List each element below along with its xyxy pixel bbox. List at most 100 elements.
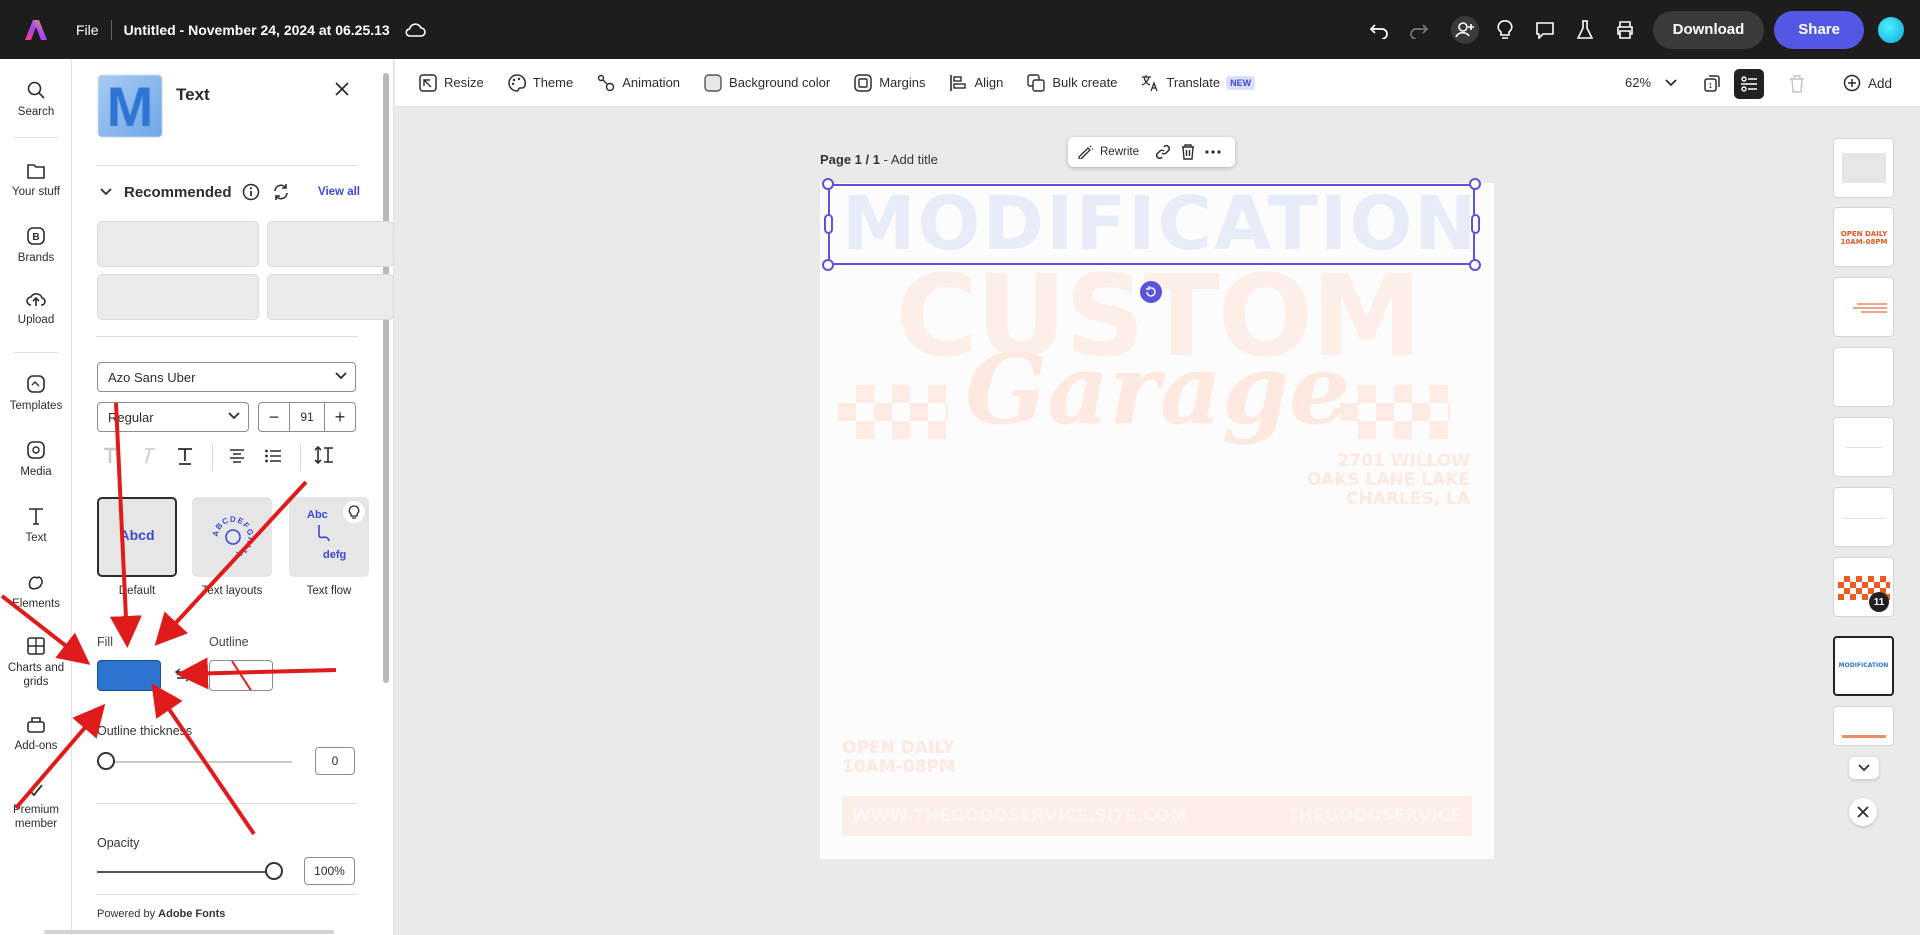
info-icon[interactable]	[242, 183, 260, 201]
opacity-track[interactable]	[97, 871, 267, 873]
more-icon[interactable]	[1205, 150, 1221, 154]
resize-handle-left[interactable]	[824, 214, 833, 234]
translate-button[interactable]: Translate NEW	[1141, 74, 1256, 92]
thumbnail-layer[interactable]	[1833, 277, 1894, 337]
lightbulb-icon[interactable]	[1485, 10, 1525, 50]
pages-icon[interactable]: 1	[1697, 69, 1727, 99]
hours-text[interactable]: OPEN DAILY 10AM-08PM	[842, 739, 956, 777]
thumbnail-layer[interactable]	[1833, 417, 1894, 477]
selection-box[interactable]	[828, 184, 1475, 265]
italic-icon[interactable]	[140, 447, 156, 465]
scroll-down-button[interactable]	[1849, 757, 1879, 779]
rail-elements[interactable]: Elements	[0, 573, 72, 611]
recommended-placeholder[interactable]	[97, 274, 259, 320]
swap-icon[interactable]	[175, 668, 191, 682]
recommended-placeholder[interactable]	[267, 221, 394, 267]
rail-search[interactable]: Search	[0, 81, 72, 119]
rail-your-stuff[interactable]: Your stuff	[0, 163, 72, 199]
rail-media[interactable]: Media	[0, 441, 72, 479]
layers-panel-icon[interactable]	[1734, 69, 1764, 99]
link-icon[interactable]	[1155, 144, 1171, 160]
outline-thickness-knob[interactable]	[97, 752, 115, 770]
resize-handle-tr[interactable]	[1469, 178, 1481, 190]
checker-pattern-left[interactable]	[838, 385, 948, 439]
resize-handle-right[interactable]	[1471, 214, 1480, 234]
resize-handle-bl[interactable]	[822, 259, 834, 271]
resize-handle-br[interactable]	[1469, 259, 1481, 271]
download-button[interactable]: Download	[1652, 10, 1765, 49]
outline-thickness-track[interactable]	[97, 761, 292, 763]
checker-pattern-right[interactable]	[1340, 385, 1450, 439]
close-icon[interactable]	[334, 81, 350, 97]
horizontal-scrollbar[interactable]	[44, 930, 334, 934]
rail-addons[interactable]: Add-ons	[0, 717, 72, 753]
rewrite-button[interactable]: Rewrite	[1078, 145, 1139, 159]
powered-brand[interactable]: Adobe Fonts	[158, 908, 225, 920]
trash-icon[interactable]	[1782, 69, 1812, 99]
text-style-icon[interactable]	[176, 447, 194, 465]
rail-text[interactable]: Text	[0, 507, 72, 545]
thumbnail-layer[interactable]	[1833, 487, 1894, 547]
rotate-icon[interactable]	[1140, 281, 1162, 303]
print-icon[interactable]	[1605, 10, 1645, 50]
cloud-icon[interactable]	[404, 22, 426, 38]
align-center-icon[interactable]	[228, 448, 246, 464]
thumbnail-layer[interactable]	[1833, 138, 1894, 198]
invite-icon[interactable]	[1445, 10, 1485, 50]
increase-size-button[interactable]: +	[325, 403, 355, 431]
font-style-select[interactable]: Regular	[97, 402, 249, 432]
thumbnail-layer[interactable]: 11	[1833, 557, 1894, 617]
resize-handle-tl[interactable]	[822, 178, 834, 190]
comment-icon[interactable]	[1525, 10, 1565, 50]
close-layers-button[interactable]	[1849, 798, 1877, 826]
recommended-placeholder[interactable]	[267, 274, 394, 320]
panel-scrollbar[interactable]	[383, 73, 389, 683]
adobe-express-logo-icon[interactable]	[0, 18, 72, 42]
thumbnail-layer-selected[interactable]: MODIFICATION	[1833, 636, 1894, 696]
bulk-create-button[interactable]: Bulk create	[1027, 73, 1117, 92]
opacity-input[interactable]: 100%	[304, 857, 355, 885]
garage-text[interactable]: Garage	[965, 335, 1350, 445]
thumbnail-layer[interactable]: OPEN DAILY 10AM-08PM	[1833, 207, 1894, 267]
rail-charts[interactable]: Charts and grids	[0, 637, 72, 689]
outline-color-swatch[interactable]	[209, 660, 273, 691]
font-size-value[interactable]: 91	[289, 403, 325, 431]
line-height-icon[interactable]	[314, 445, 334, 465]
share-button[interactable]: Share	[1774, 10, 1864, 49]
outline-thickness-input[interactable]: 0	[315, 747, 355, 775]
refresh-icon[interactable]	[272, 183, 290, 201]
rail-premium[interactable]: Premium member	[0, 783, 72, 831]
effect-text-flow-card[interactable]: Abc defg	[289, 497, 369, 577]
font-size-stepper[interactable]: − 91 +	[258, 402, 356, 432]
avatar[interactable]	[1876, 14, 1906, 45]
align-button[interactable]: Align	[949, 74, 1003, 92]
footer-band[interactable]: WWW.THEGOODSERVICE.SITE.COM THEGOODSERVI…	[842, 796, 1472, 836]
margins-button[interactable]: Margins	[854, 73, 925, 92]
rail-upload[interactable]: Upload	[0, 291, 72, 327]
resize-button[interactable]: Resize	[419, 73, 484, 92]
thumbnail-layer[interactable]	[1833, 706, 1894, 746]
rail-brands[interactable]: B Brands	[0, 227, 72, 265]
address-text[interactable]: 2701 WILLOW OAKS LANE LAKE CHARLES, LA	[1230, 452, 1470, 509]
lightbulb-icon[interactable]	[343, 501, 365, 523]
bold-icon[interactable]	[102, 447, 118, 465]
font-family-select[interactable]: Azo Sans Uber	[97, 362, 356, 392]
view-all-link[interactable]: View all	[318, 186, 360, 198]
file-menu[interactable]: File	[76, 22, 99, 38]
list-icon[interactable]	[264, 448, 282, 464]
add-button[interactable]: Add	[1843, 74, 1892, 92]
trash-icon[interactable]	[1181, 144, 1195, 160]
fill-color-swatch[interactable]	[97, 660, 161, 691]
effect-text-layouts-card[interactable]: ABCDEFGHIJK	[192, 497, 272, 577]
rail-templates[interactable]: Templates	[0, 375, 72, 413]
recommended-placeholder[interactable]	[97, 221, 259, 267]
redo-icon[interactable]	[1399, 10, 1439, 50]
animation-button[interactable]: Animation	[597, 74, 680, 92]
effect-default-card[interactable]: Abcd	[97, 497, 177, 577]
zoom-select[interactable]: 62%	[1625, 75, 1677, 90]
background-color-button[interactable]: Background color	[704, 73, 830, 92]
beaker-icon[interactable]	[1565, 10, 1605, 50]
undo-icon[interactable]	[1359, 10, 1399, 50]
document-title[interactable]: Untitled - November 24, 2024 at 06.25.13	[124, 22, 390, 38]
opacity-knob[interactable]	[265, 862, 283, 880]
